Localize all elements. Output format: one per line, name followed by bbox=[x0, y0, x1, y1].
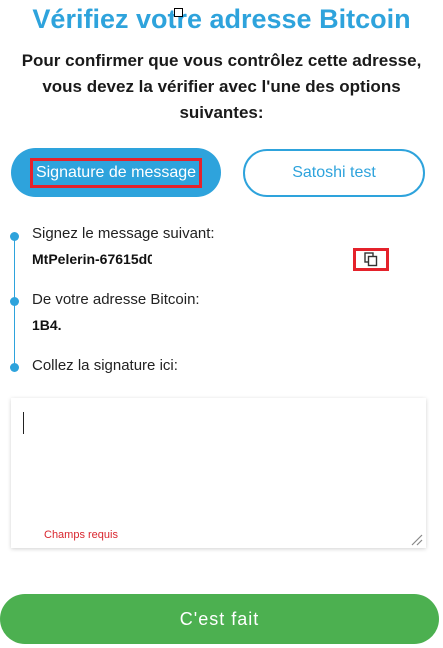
required-field-message: Champs requis bbox=[44, 529, 118, 541]
signature-message-label: Signature de message bbox=[29, 157, 203, 188]
timeline-dot bbox=[10, 297, 19, 306]
copy-icon bbox=[364, 252, 378, 267]
page-title-text: Vérifiez votre adresse Bitcoin bbox=[32, 4, 411, 34]
text-caret bbox=[23, 412, 24, 434]
satoshi-test-button[interactable]: Satoshi test bbox=[243, 149, 425, 197]
signature-message-button[interactable]: Signature de message bbox=[11, 148, 221, 197]
timeline-dot bbox=[10, 232, 19, 241]
message-redaction bbox=[152, 248, 350, 270]
cursor-box-icon bbox=[174, 8, 183, 17]
signature-textarea[interactable]: Champs requis bbox=[11, 398, 426, 548]
satoshi-test-label: Satoshi test bbox=[292, 164, 376, 181]
done-button[interactable]: C'est fait bbox=[0, 594, 439, 644]
timeline-dot bbox=[10, 363, 19, 372]
copy-message-button[interactable] bbox=[353, 248, 389, 271]
page-title: Vérifiez votre adresse Bitcoin bbox=[0, 2, 443, 36]
page-subtitle: Pour confirmer que vous contrôlez cette … bbox=[21, 51, 422, 122]
done-button-label: C'est fait bbox=[179, 608, 260, 629]
resize-handle-icon[interactable] bbox=[409, 532, 423, 546]
step-address-label: De votre adresse Bitcoin: bbox=[32, 291, 200, 308]
step-sign-label: Signez le message suivant: bbox=[32, 225, 215, 242]
address-redaction bbox=[62, 314, 372, 336]
step-paste-label: Collez la signature ici: bbox=[32, 357, 178, 374]
